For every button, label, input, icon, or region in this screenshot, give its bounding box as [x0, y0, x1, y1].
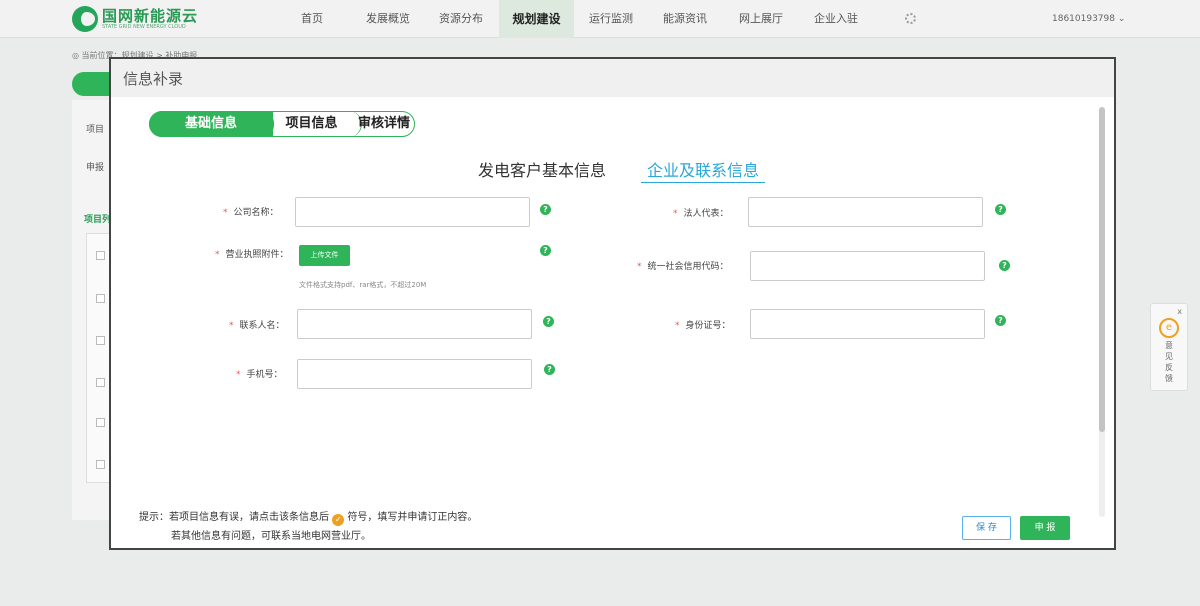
nav-resources[interactable]: 资源分布 — [433, 0, 489, 38]
help-icon[interactable]: ? — [543, 316, 554, 327]
credit-code-input[interactable] — [750, 251, 985, 281]
background-label-project-list: 项目列 — [84, 215, 112, 225]
background-label-report: 申报 — [86, 163, 105, 173]
license-label: * 营业执照附件： — [215, 250, 289, 260]
background-checkbox — [96, 378, 105, 387]
step-basic-info[interactable]: 基础信息 — [149, 111, 273, 137]
legal-rep-label: * 法人代表： — [673, 209, 729, 219]
upload-file-button[interactable]: 上传文件 — [299, 245, 350, 266]
feedback-icon: e — [1159, 318, 1179, 338]
credit-code-label: * 统一社会信用代码： — [637, 262, 729, 272]
tip-line1-a: 提示：若项目信息有误，请点击该条信息后 — [139, 512, 329, 523]
top-nav: 国网新能源云 STATE GRID NEW ENERGY CLOUD 首页 发展… — [0, 0, 1200, 38]
legal-rep-input[interactable] — [748, 197, 983, 227]
logo-icon — [72, 6, 98, 32]
tab-customer-basic[interactable]: 发电客户基本信息 — [478, 157, 606, 183]
background-checkbox — [96, 336, 105, 345]
logo-subtitle: STATE GRID NEW ENERGY CLOUD — [102, 23, 186, 30]
help-icon[interactable]: ? — [999, 260, 1010, 271]
help-icon[interactable]: ? — [995, 315, 1006, 326]
feedback-widget[interactable]: x e 意见反馈 — [1150, 303, 1188, 391]
edit-icon: ✓ — [332, 514, 345, 526]
phone-input[interactable] — [297, 359, 532, 389]
background-checkbox — [96, 460, 105, 469]
nav-exhibition[interactable]: 网上展厅 — [733, 0, 789, 38]
logo-text: 国网新能源云 — [102, 6, 199, 25]
gear-icon[interactable] — [905, 13, 916, 24]
id-number-label: * 身份证号： — [675, 321, 731, 331]
contact-name-label: * 联系人名： — [229, 321, 285, 331]
tip-line2: 若其他信息有问题，可联系当地电网营业厅。 — [171, 531, 371, 542]
help-icon[interactable]: ? — [995, 204, 1006, 215]
feedback-label: 意见反馈 — [1165, 341, 1173, 383]
id-number-input[interactable] — [750, 309, 985, 339]
nav-monitoring[interactable]: 运行监测 — [583, 0, 639, 38]
phone-label: * 手机号： — [236, 370, 283, 380]
background-checkbox — [96, 418, 105, 427]
modal-header: 信息补录 — [111, 59, 1114, 97]
close-icon[interactable]: x — [1177, 307, 1182, 316]
help-icon[interactable]: ? — [544, 364, 555, 375]
nav-news[interactable]: 能源资讯 — [657, 0, 713, 38]
step-project-info-label: 项目信息 — [285, 116, 338, 131]
background-checkbox — [96, 251, 105, 260]
background-checkbox — [96, 294, 105, 303]
tip-line1-b: 符号，填写并申请订正内容。 — [347, 512, 478, 523]
nav-home[interactable]: 首页 — [290, 0, 334, 38]
logo[interactable]: 国网新能源云 STATE GRID NEW ENERGY CLOUD — [72, 6, 198, 32]
help-icon[interactable]: ? — [540, 204, 551, 215]
contact-name-input[interactable] — [297, 309, 532, 339]
modal-title: 信息补录 — [123, 70, 184, 88]
upload-hint: 文件格式支持pdf、rar格式，不超过20M — [299, 281, 427, 289]
save-button[interactable]: 保 存 — [962, 516, 1011, 540]
help-icon[interactable]: ? — [540, 245, 551, 256]
user-menu[interactable]: 18610193798 ⌄ — [1052, 0, 1125, 38]
step-indicator: 基础信息 项目信息 审核详情 — [149, 111, 415, 137]
tip-text: 提示：若项目信息有误，请点击该条信息后 ✓ 符号，填写并申请订正内容。 若其他信… — [139, 508, 477, 546]
submit-button[interactable]: 申 报 — [1020, 516, 1070, 540]
info-modal: 信息补录 基础信息 项目信息 审核详情 发电客户基本信息 企业及联系信息 * 公司… — [109, 57, 1116, 550]
step-review-details[interactable]: 审核详情 — [345, 111, 423, 137]
company-name-label: * 公司名称： — [223, 208, 279, 218]
nav-enterprise[interactable]: 企业入驻 — [808, 0, 864, 38]
background-label-project: 项目 — [86, 125, 105, 135]
scrollbar-thumb[interactable] — [1099, 107, 1105, 432]
nav-planning[interactable]: 规划建设 — [499, 0, 574, 38]
company-name-input[interactable] — [295, 197, 530, 227]
tab-enterprise-contact[interactable]: 企业及联系信息 — [641, 157, 766, 183]
nav-overview[interactable]: 发展概览 — [360, 0, 416, 38]
